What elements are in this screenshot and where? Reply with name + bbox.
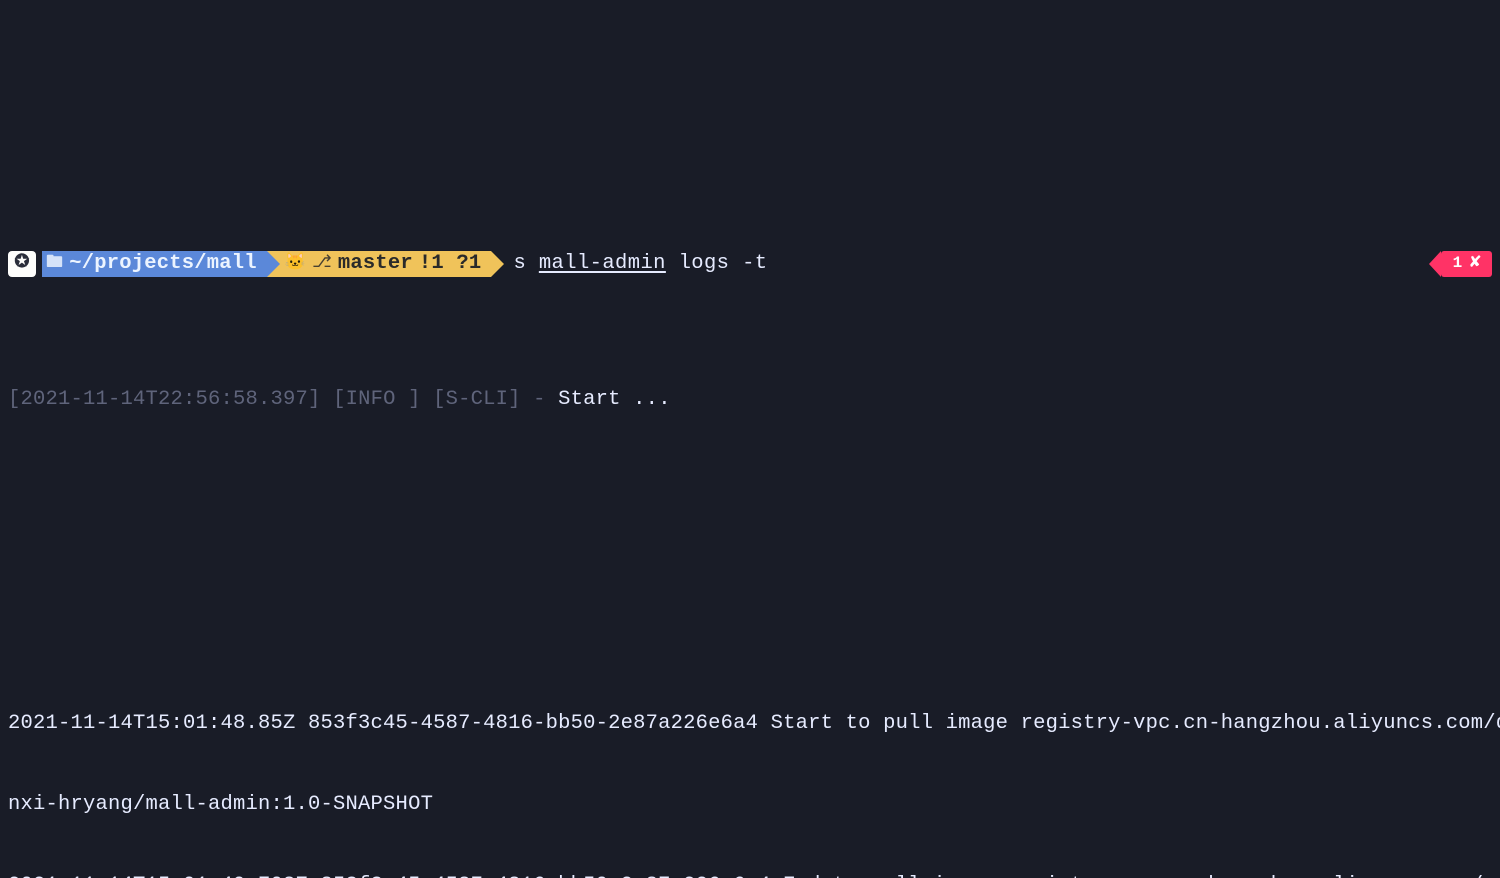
folder-icon: 🖿 — [46, 250, 63, 277]
prompt-git-segment: 🐱 ⎇ master !1 ?1 — [267, 251, 492, 277]
git-icon: 🐱 — [285, 250, 306, 277]
terminal[interactable]: ✪ 🖿 ~/projects/mall 🐱 ⎇ master !1 ?1 s m… — [0, 135, 1500, 878]
prompt-line: ✪ 🖿 ~/projects/mall 🐱 ⎇ master !1 ?1 s m… — [8, 249, 1492, 278]
log-line: nxi-hryang/mall-admin:1.0-SNAPSHOT — [8, 791, 1492, 818]
log-line: 2021-11-14T15:01:49.708Z 853f3c45-4587-4… — [8, 872, 1492, 878]
typed-command[interactable]: s mall-admin logs -t — [513, 250, 767, 277]
prompt-path: ~/projects/mall — [69, 250, 257, 277]
log-line: 2021-11-14T15:01:48.85Z 853f3c45-4587-48… — [8, 710, 1492, 737]
prompt-branch: master — [338, 250, 413, 277]
prompt-path-segment: 🖿 ~/projects/mall — [42, 251, 267, 277]
blank-line — [8, 494, 1492, 521]
branch-icon: ⎇ — [312, 250, 332, 277]
prompt-git-status: !1 ?1 — [419, 250, 482, 277]
log-line: [2021-11-14T22:56:58.397] [INFO ] [S-CLI… — [8, 386, 1492, 413]
exit-status-value: 1 — [1453, 250, 1463, 277]
blank-line — [8, 575, 1492, 602]
close-icon: ✘ — [1468, 250, 1482, 277]
exit-status-badge: 1 ✘ — [1441, 251, 1492, 277]
ubuntu-icon: ✪ — [8, 251, 36, 277]
